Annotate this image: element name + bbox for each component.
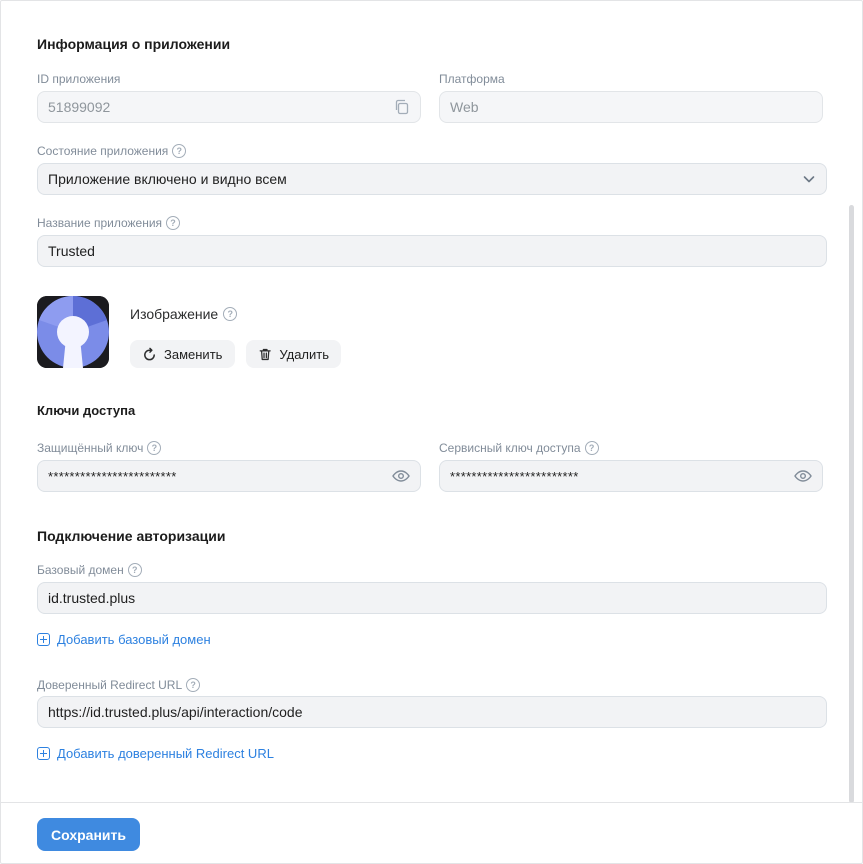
app-state-select[interactable]: Приложение включено и видно всем <box>37 163 827 195</box>
add-redirect-url-link[interactable]: Добавить доверенный Redirect URL <box>37 746 274 761</box>
app-id-value: 51899092 <box>48 99 111 115</box>
eye-icon[interactable] <box>794 469 812 483</box>
platform-value: Web <box>450 99 479 115</box>
help-icon[interactable]: ? <box>223 307 238 321</box>
plus-square-icon <box>37 633 50 646</box>
chevron-down-icon <box>802 172 816 186</box>
app-id-label-text: ID приложения <box>37 72 121 86</box>
copy-icon[interactable] <box>394 99 410 115</box>
help-icon[interactable]: ? <box>186 678 201 692</box>
refresh-icon <box>144 347 155 360</box>
app-image <box>37 296 109 368</box>
app-name-field[interactable]: Trusted <box>37 235 827 267</box>
redirect-url-label-text: Доверенный Redirect URL <box>37 678 183 692</box>
platform-field: Web <box>439 91 823 123</box>
app-id-field[interactable]: 51899092 <box>37 91 421 123</box>
app-state-label: Состояние приложения ? <box>37 144 187 158</box>
section-title-auth: Подключение авторизации <box>37 528 226 544</box>
replace-image-button[interactable]: Заменить <box>130 340 235 368</box>
keyhole-logo <box>37 296 109 368</box>
replace-image-label: Заменить <box>164 346 223 362</box>
platform-label: Платформа <box>439 72 505 86</box>
help-icon[interactable]: ? <box>147 441 162 455</box>
base-domain-label-text: Базовый домен <box>37 563 124 577</box>
app-state-label-text: Состояние приложения <box>37 144 169 158</box>
service-key-field[interactable]: ************************ <box>439 460 823 492</box>
add-base-domain-link[interactable]: Добавить базовый домен <box>37 632 211 647</box>
trash-icon <box>259 348 271 360</box>
service-key-value: ************************ <box>450 468 579 484</box>
base-domain-field[interactable]: id.trusted.plus <box>37 582 827 614</box>
help-icon[interactable]: ? <box>127 563 142 577</box>
help-icon[interactable]: ? <box>584 441 599 455</box>
base-domain-label: Базовый домен ? <box>37 563 142 577</box>
save-button[interactable]: Сохранить <box>37 818 140 851</box>
image-label: Изображение ? <box>130 306 238 322</box>
section-title-keys: Ключи доступа <box>37 403 136 418</box>
protected-key-label: Защищённый ключ ? <box>37 441 162 455</box>
scrollbar[interactable] <box>849 205 854 803</box>
help-icon[interactable]: ? <box>172 144 187 158</box>
delete-image-button[interactable]: Удалить <box>246 340 341 368</box>
eye-icon[interactable] <box>392 469 410 483</box>
app-state-value: Приложение включено и видно всем <box>48 171 287 187</box>
app-id-label: ID приложения <box>37 72 120 86</box>
app-name-label: Название приложения ? <box>37 216 181 230</box>
service-key-label-text: Сервисный ключ доступа <box>439 441 581 455</box>
redirect-url-value: https://id.trusted.plus/api/interaction/… <box>48 704 303 720</box>
add-base-domain-label: Добавить базовый домен <box>57 632 211 647</box>
platform-label-text: Платформа <box>439 72 505 86</box>
service-key-label: Сервисный ключ доступа ? <box>439 441 599 455</box>
image-label-text: Изображение <box>130 306 219 322</box>
protected-key-field[interactable]: ************************ <box>37 460 421 492</box>
app-name-label-text: Название приложения <box>37 216 163 230</box>
base-domain-value: id.trusted.plus <box>48 590 136 606</box>
redirect-url-field[interactable]: https://id.trusted.plus/api/interaction/… <box>37 696 827 728</box>
plus-square-icon <box>37 747 50 760</box>
footer-divider <box>0 802 863 803</box>
protected-key-label-text: Защищённый ключ <box>37 441 144 455</box>
help-icon[interactable]: ? <box>166 216 181 230</box>
app-name-value: Trusted <box>48 243 95 259</box>
redirect-url-label: Доверенный Redirect URL ? <box>37 678 201 692</box>
protected-key-value: ************************ <box>48 468 177 484</box>
add-redirect-url-label: Добавить доверенный Redirect URL <box>57 746 274 761</box>
section-title-app-info: Информация о приложении <box>37 36 231 52</box>
delete-image-label: Удалить <box>279 346 329 362</box>
settings-panel <box>0 0 863 864</box>
